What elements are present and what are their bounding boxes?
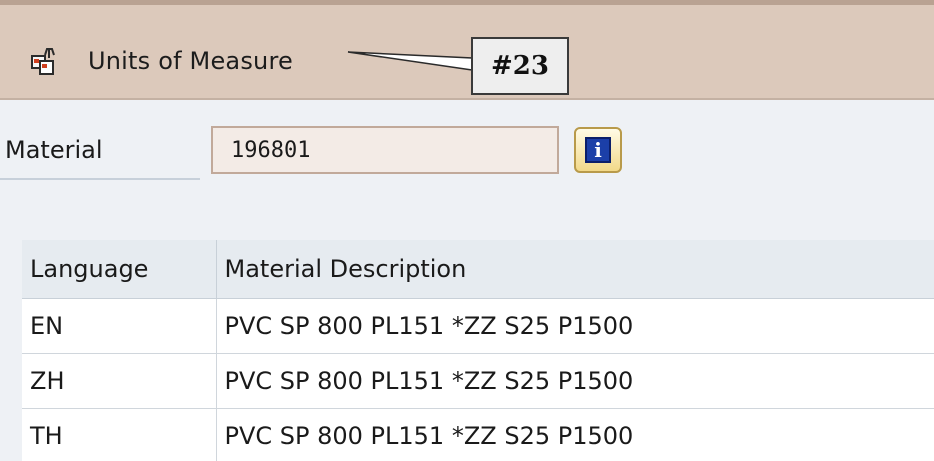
column-header-material-description[interactable]: Material Description (216, 240, 934, 299)
material-description-table: Language Material Description EN PVC SP … (22, 240, 934, 461)
table-row[interactable]: EN PVC SP 800 PL151 *ZZ S25 P1500 (22, 298, 934, 354)
material-label: Material (5, 136, 103, 164)
material-input[interactable] (211, 126, 559, 174)
description-cell[interactable]: PVC SP 800 PL151 *ZZ S25 P1500 (216, 353, 934, 409)
material-row: Material i (0, 122, 934, 182)
table-header-row: Language Material Description (22, 240, 934, 299)
language-cell[interactable]: ZH (22, 353, 217, 409)
table-row[interactable]: ZH PVC SP 800 PL151 *ZZ S25 P1500 (22, 353, 934, 409)
column-header-language[interactable]: Language (22, 240, 217, 299)
material-label-cell: Material (0, 128, 200, 180)
material-description-table-container: Language Material Description EN PVC SP … (22, 240, 934, 461)
description-cell[interactable]: PVC SP 800 PL151 *ZZ S25 P1500 (216, 298, 934, 354)
table-row[interactable]: TH PVC SP 800 PL151 *ZZ S25 P1500 (22, 408, 934, 461)
callout-annotation: #23 (471, 37, 569, 95)
info-icon: i (585, 137, 611, 163)
info-button[interactable]: i (574, 127, 622, 173)
language-cell[interactable]: EN (22, 298, 217, 354)
description-cell[interactable]: PVC SP 800 PL151 *ZZ S25 P1500 (216, 408, 934, 461)
callout-pointer (347, 51, 473, 71)
language-cell[interactable]: TH (22, 408, 217, 461)
